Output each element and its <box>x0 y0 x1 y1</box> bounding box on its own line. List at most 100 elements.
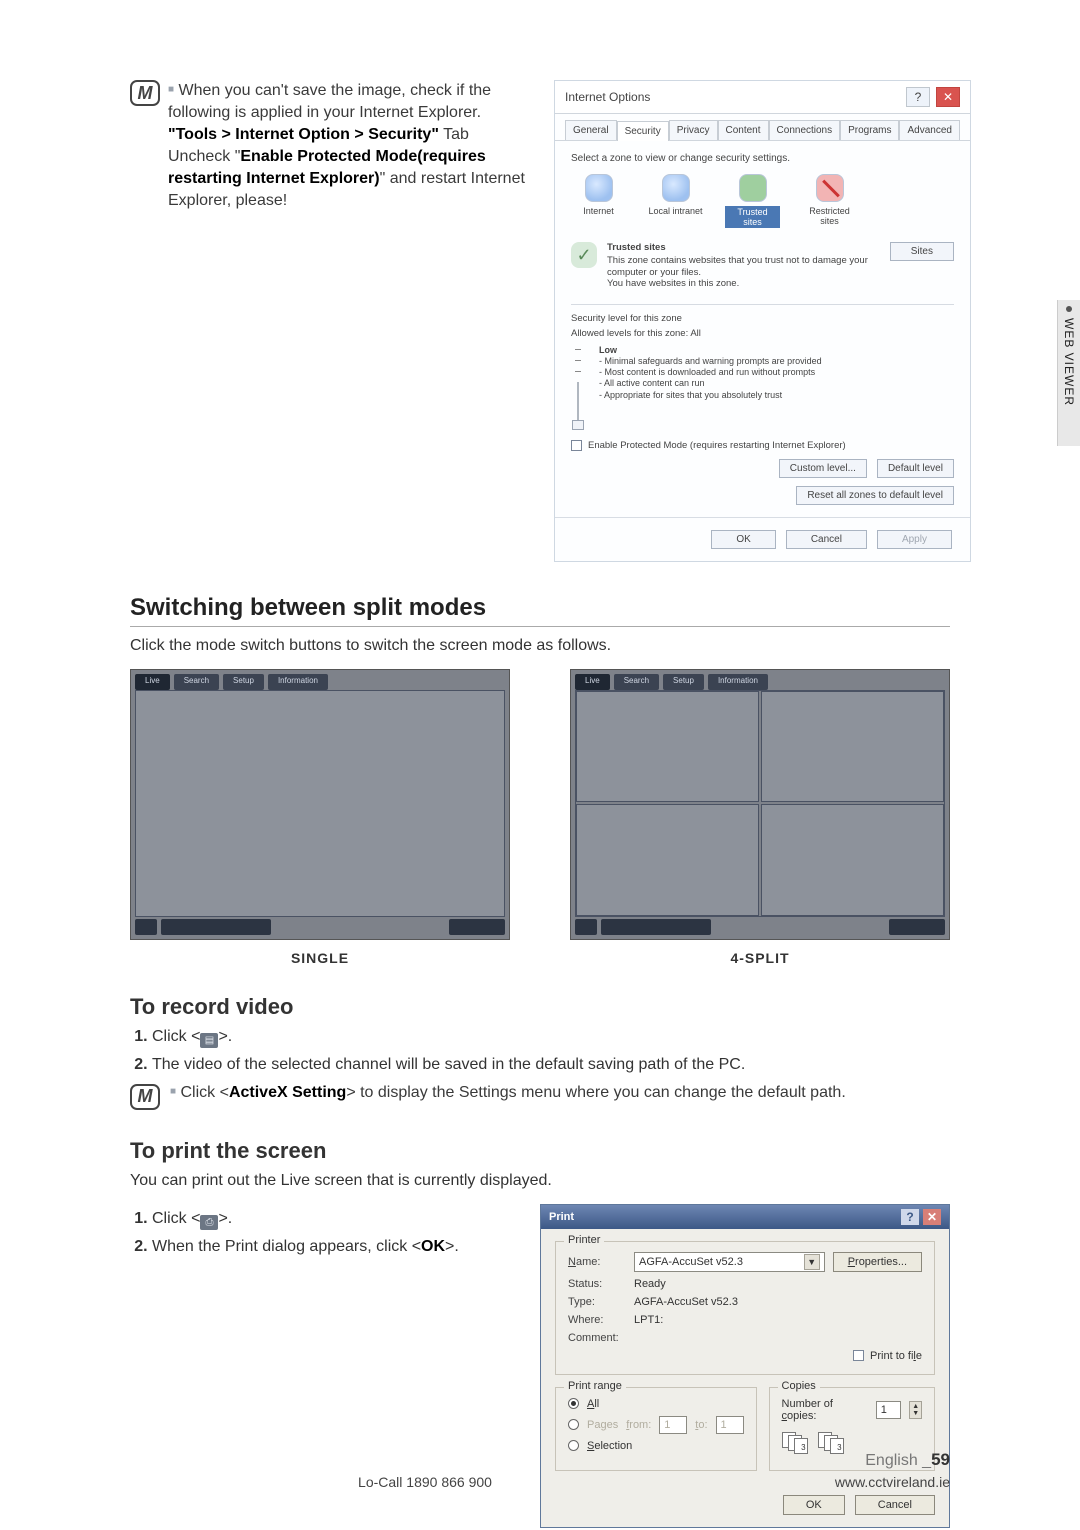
all-label: All <box>587 1398 599 1410</box>
sidebar-tab: WEB VIEWER <box>1057 300 1080 446</box>
zone-instruction: Select a zone to view or change security… <box>571 153 954 164</box>
trusted-desc2: You have websites in this zone. <box>607 278 880 289</box>
pill-item: Search <box>174 674 219 690</box>
help-icon[interactable]: ? <box>901 1209 919 1225</box>
tab-general[interactable]: General <box>565 120 617 140</box>
printer-groupbox: Printer Name: AGFA-AccuSet v52.3 ▼ Prope… <box>555 1241 935 1375</box>
zone-restricted[interactable]: Restricted sites <box>802 174 857 226</box>
footer-locall: Lo-Call 1890 866 900 <box>250 1474 600 1490</box>
footer-site: www.cctvireland.ie <box>600 1474 950 1490</box>
copies-label: Number of copies: <box>782 1398 860 1422</box>
printer-combo-value: AGFA-AccuSet v52.3 <box>639 1256 743 1268</box>
note-icon: M <box>130 80 160 106</box>
note-path: "Tools > Internet Option > Security" <box>168 126 439 143</box>
default-level-button[interactable]: Default level <box>877 459 954 478</box>
pages-label: Pages <box>587 1419 618 1431</box>
trusted-desc1: This zone contains websites that you tru… <box>607 255 880 278</box>
tab-strip: General Security Privacy Content Connect… <box>555 114 970 141</box>
radio-pages[interactable] <box>568 1419 579 1430</box>
shield-icon <box>739 174 767 202</box>
type-label: Type: <box>568 1296 626 1308</box>
internet-options-dialog: Internet Options ? ✕ General Security Pr… <box>554 80 971 562</box>
dialog-titlebar: Internet Options ? ✕ <box>555 81 970 114</box>
printer-combo[interactable]: AGFA-AccuSet v52.3 ▼ <box>634 1252 825 1272</box>
custom-level-button[interactable]: Custom level... <box>779 459 867 478</box>
tab-programs[interactable]: Programs <box>840 120 899 140</box>
close-icon[interactable]: ✕ <box>923 1209 941 1225</box>
print-dialog-title: Print <box>549 1211 897 1223</box>
from-field[interactable]: 1 <box>659 1416 687 1434</box>
tab-connections[interactable]: Connections <box>769 120 841 140</box>
sites-button[interactable]: Sites <box>890 242 954 261</box>
radio-all[interactable] <box>568 1398 579 1409</box>
pill-item: Information <box>268 674 328 690</box>
zone-trusted[interactable]: Trusted sites <box>725 174 780 228</box>
copies-spinner[interactable]: ▲▼ <box>909 1401 922 1419</box>
zone-list: Internet Local intranet Trusted sites Re… <box>571 174 954 228</box>
level-low: Low <box>599 345 617 355</box>
note-text: ■ When you can't save the image, check i… <box>168 80 530 562</box>
close-icon[interactable]: ✕ <box>936 87 960 107</box>
caption-split: 4-SPLIT <box>730 950 789 966</box>
security-slider[interactable] <box>571 345 585 428</box>
help-icon[interactable]: ? <box>906 87 930 107</box>
low-bullet: - Appropriate for sites that you absolut… <box>599 390 822 401</box>
where-value: LPT1: <box>634 1314 922 1326</box>
tab-advanced[interactable]: Advanced <box>899 120 959 140</box>
note-block: M ■ When you can't save the image, check… <box>130 80 530 562</box>
epm-checkbox[interactable] <box>571 440 582 451</box>
switching-desc: Click the mode switch buttons to switch … <box>130 637 950 655</box>
low-bullet: - Minimal safeguards and warning prompts… <box>599 356 822 367</box>
heading-switching: Switching between split modes <box>130 594 950 627</box>
restricted-icon <box>816 174 844 202</box>
chevron-down-icon[interactable]: ▼ <box>804 1254 820 1270</box>
allowed-levels: Allowed levels for this zone: All <box>571 328 954 339</box>
pill-item: Setup <box>663 674 704 690</box>
to-field[interactable]: 1 <box>716 1416 744 1434</box>
tab-content[interactable]: Content <box>718 120 769 140</box>
range-box-title: Print range <box>564 1380 626 1392</box>
print-icon: ⎙ <box>200 1215 218 1230</box>
dialog-title: Internet Options <box>565 90 900 104</box>
pill-item: Search <box>614 674 659 690</box>
note-icon: M <box>130 1084 160 1110</box>
print-step-1: Click <⎙>. <box>152 1210 510 1230</box>
globe-icon <box>662 174 690 202</box>
print-to-file-checkbox[interactable] <box>853 1350 864 1361</box>
apply-button[interactable]: Apply <box>877 530 952 549</box>
slider-thumb-icon[interactable] <box>572 420 584 430</box>
to-label: to: <box>695 1419 707 1431</box>
copies-box-title: Copies <box>778 1380 820 1392</box>
bullet-icon <box>1066 306 1072 312</box>
pill-live: Live <box>135 674 170 690</box>
copies-field[interactable]: 1 <box>876 1401 902 1419</box>
pill-live: Live <box>575 674 610 690</box>
status-label: Status: <box>568 1278 626 1290</box>
print-cancel-button[interactable]: Cancel <box>855 1495 935 1515</box>
record-icon: ▤ <box>200 1033 218 1048</box>
print-desc: You can print out the Live screen that i… <box>130 1172 950 1190</box>
note-lead: When you can't save the image, check if … <box>168 82 491 121</box>
print-step-2: When the Print dialog appears, click <OK… <box>152 1238 510 1256</box>
comment-label: Comment: <box>568 1332 626 1344</box>
security-level-label: Security level for this zone <box>571 304 954 324</box>
tab-security[interactable]: Security <box>617 121 669 141</box>
check-shield-icon: ✓ <box>571 242 597 268</box>
print-ok-button[interactable]: OK <box>783 1495 845 1515</box>
bullet-icon: ■ <box>170 1086 176 1097</box>
zone-internet[interactable]: Internet <box>571 174 626 216</box>
caption-single: SINGLE <box>291 950 349 966</box>
reset-zones-button[interactable]: Reset all zones to default level <box>796 486 954 505</box>
tab-privacy[interactable]: Privacy <box>669 120 718 140</box>
record-step-2: The video of the selected channel will b… <box>152 1056 950 1074</box>
cancel-button[interactable]: Cancel <box>786 530 867 549</box>
single-mode-screenshot: Live Search Setup Information <box>130 669 510 940</box>
name-label: Name: <box>568 1256 626 1268</box>
ok-button[interactable]: OK <box>711 530 775 549</box>
pill-item: Setup <box>223 674 264 690</box>
from-label: from: <box>626 1419 651 1431</box>
properties-button[interactable]: Properties... <box>833 1252 922 1272</box>
footer-english: English _59 <box>600 1450 950 1470</box>
zone-intranet[interactable]: Local intranet <box>648 174 703 216</box>
bullet-icon: ■ <box>168 84 174 95</box>
